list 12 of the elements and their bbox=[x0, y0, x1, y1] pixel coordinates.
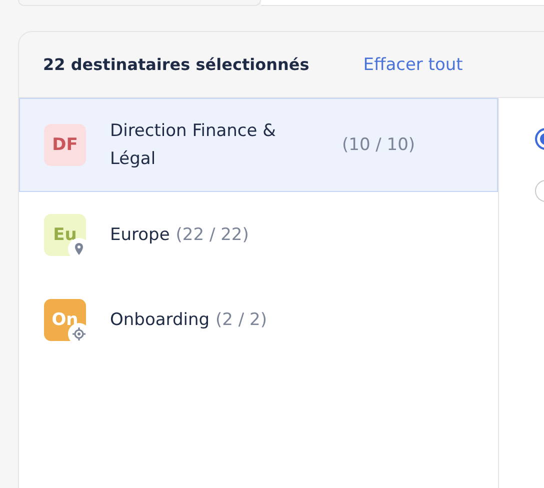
group-avatar: DF bbox=[44, 124, 86, 166]
group-name: Onboarding bbox=[110, 308, 210, 332]
member-count: (10 / 10) bbox=[342, 135, 416, 155]
group-name: Europe bbox=[110, 224, 170, 246]
member-count: (22 / 22) bbox=[176, 224, 249, 244]
group-name: Direction Finance & Légal bbox=[110, 120, 277, 171]
member-count: (2 / 2) bbox=[216, 310, 267, 330]
recipient-row[interactable]: DF Direction Finance & Légal (10 / 10) bbox=[19, 98, 498, 192]
recipient-row[interactable]: Eu Europe (22 / 22) bbox=[19, 192, 498, 277]
recipient-row[interactable]: On Onboarding (2 / 2) bbox=[19, 277, 498, 362]
clear-all-link[interactable]: Effacer tout bbox=[363, 54, 463, 74]
selected-count-title: 22 destinataires sélectionnés bbox=[43, 55, 310, 74]
